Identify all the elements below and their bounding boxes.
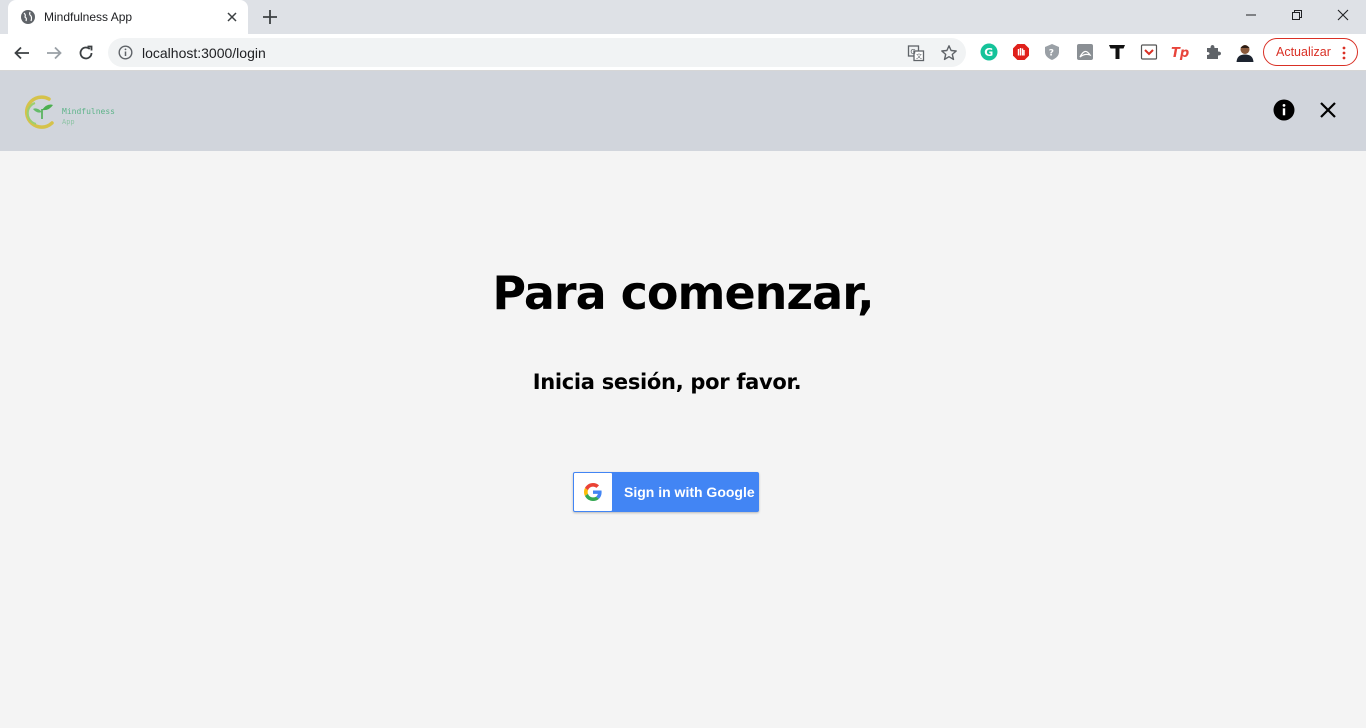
browser-toolbar: localhost:3000/login G 文 G ? Tp Actualiz…: [0, 34, 1366, 71]
minimize-icon: [1246, 14, 1256, 16]
text-tool-icon: [1109, 45, 1125, 59]
info-button[interactable]: [1272, 98, 1296, 122]
forward-button[interactable]: [42, 41, 66, 65]
restore-icon: [1292, 10, 1302, 20]
app-logo[interactable]: Mindfulness App: [22, 91, 122, 133]
app-header: Mindfulness App: [0, 71, 1366, 151]
svg-text:G: G: [984, 46, 993, 59]
browser-tab[interactable]: Mindfulness App: [8, 0, 248, 34]
tab-close-icon[interactable]: [224, 9, 240, 25]
forward-arrow-icon: [47, 46, 62, 60]
grammarly-icon: G: [980, 43, 998, 61]
svg-text:?: ?: [1049, 49, 1054, 59]
svg-text:Tp: Tp: [1171, 46, 1189, 61]
reload-icon: [79, 45, 93, 60]
bookmark-star-icon[interactable]: [940, 44, 958, 62]
avatar-icon: [1235, 42, 1255, 62]
svg-text:文: 文: [916, 53, 922, 61]
restore-button[interactable]: [1274, 0, 1320, 30]
puzzle-icon: [1207, 45, 1221, 59]
close-icon: [1320, 102, 1336, 118]
translate-icon[interactable]: G 文: [907, 44, 925, 62]
browser-tabstrip: Mindfulness App: [0, 0, 1366, 34]
google-sign-in-label: Sign in with Google: [624, 484, 755, 500]
address-bar[interactable]: localhost:3000/login G 文: [108, 38, 966, 67]
grammarly-extension[interactable]: G: [979, 42, 999, 62]
logo-text-line2: App: [62, 118, 75, 126]
shield-question-icon: ?: [1045, 44, 1059, 60]
info-icon: [1273, 99, 1295, 121]
more-vert-icon: [1342, 46, 1346, 60]
tp-extension[interactable]: Tp: [1171, 42, 1191, 62]
profile-avatar[interactable]: [1235, 42, 1255, 62]
update-button-label: Actualizar: [1276, 45, 1331, 59]
minimize-button[interactable]: [1228, 0, 1274, 30]
url-text: localhost:3000/login: [142, 45, 266, 61]
close-window-icon: [1337, 9, 1349, 21]
pocket-icon: [1140, 44, 1158, 60]
adblock-extension[interactable]: [1011, 42, 1031, 62]
back-arrow-icon: [14, 46, 29, 60]
pdf-icon: [1077, 44, 1093, 60]
update-button[interactable]: Actualizar: [1263, 38, 1358, 66]
google-g-icon: [584, 483, 602, 501]
adblock-hand-icon: [1013, 44, 1029, 60]
page-subtitle: Inicia sesión, por favor.: [532, 370, 802, 394]
logo-text-line1: Mindfulness: [62, 107, 115, 116]
site-info-icon[interactable]: [118, 45, 133, 60]
globe-icon: [21, 10, 35, 24]
close-button[interactable]: [1316, 98, 1340, 122]
logo-leaf-icon: [24, 95, 54, 129]
google-icon-box: [574, 473, 612, 511]
back-button[interactable]: [10, 41, 34, 65]
close-window-button[interactable]: [1320, 0, 1366, 30]
pdf-extension[interactable]: [1075, 42, 1095, 62]
reload-button[interactable]: [74, 41, 98, 65]
extensions-button[interactable]: [1203, 42, 1223, 62]
tab-title: Mindfulness App: [44, 10, 133, 24]
page-title: Para comenzar,: [492, 266, 874, 320]
tp-icon: Tp: [1171, 46, 1189, 61]
google-sign-in-button[interactable]: Sign in with Google: [573, 472, 759, 512]
new-tab-icon[interactable]: [260, 7, 280, 27]
shield-extension[interactable]: ?: [1042, 42, 1062, 62]
text-tool-extension[interactable]: [1107, 42, 1127, 62]
pocket-extension[interactable]: [1139, 42, 1159, 62]
